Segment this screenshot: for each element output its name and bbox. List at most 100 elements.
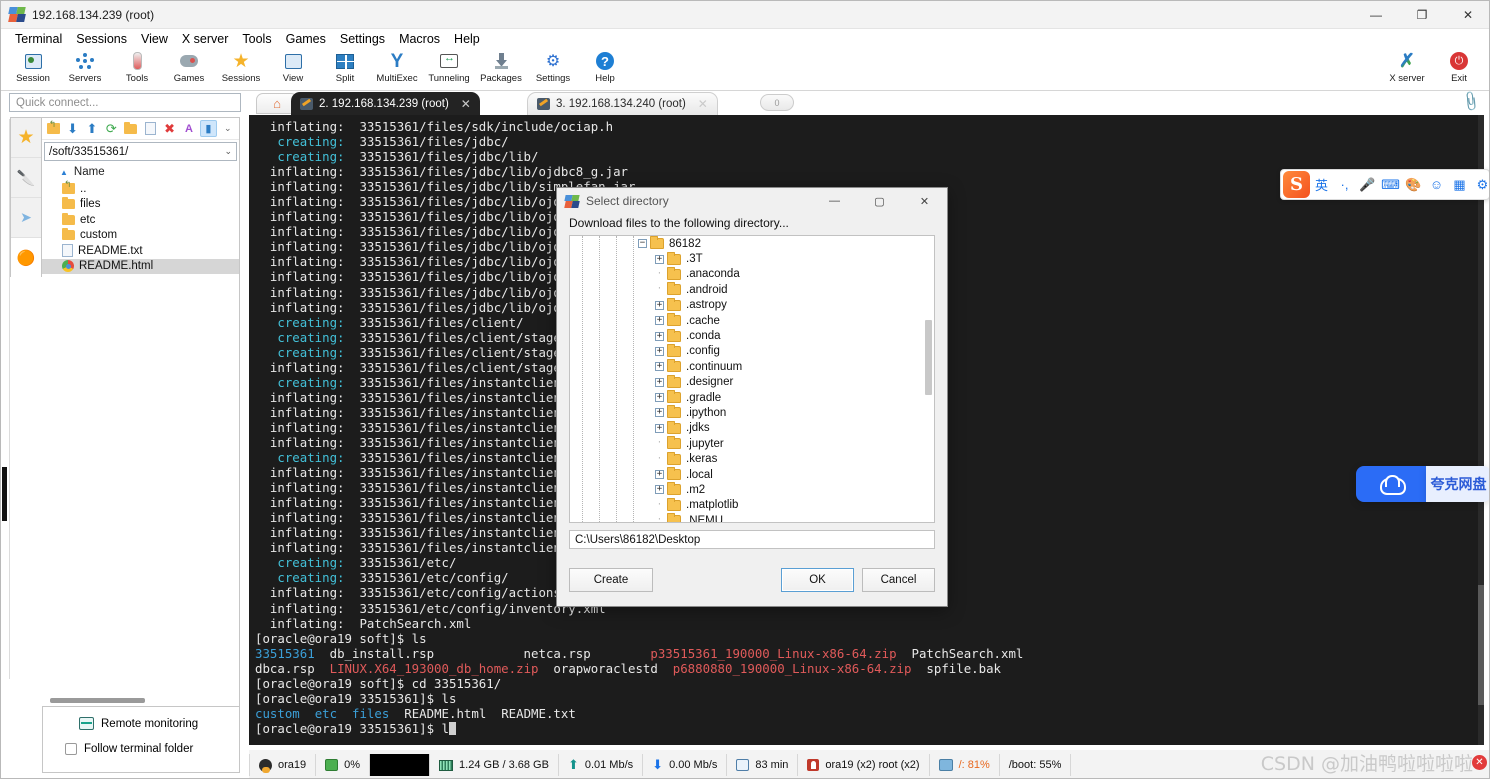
apps-icon[interactable]: ▦ — [1448, 169, 1471, 200]
status-disk-root[interactable]: /: 81% — [930, 754, 1000, 776]
menu-settings[interactable]: Settings — [333, 31, 392, 47]
expand-icon[interactable]: + — [655, 254, 664, 264]
directory-path-input[interactable]: C:\Users\86182\Desktop — [569, 530, 935, 549]
expand-icon[interactable]: + — [655, 423, 664, 433]
minimize-button[interactable]: — — [1353, 1, 1399, 29]
tree-node[interactable]: · .android — [570, 282, 934, 297]
toolbar-view-button[interactable]: View — [267, 48, 319, 90]
follow-terminal-folder-checkbox[interactable]: Follow terminal folder — [43, 730, 239, 755]
close-button[interactable]: ✕ — [1445, 1, 1489, 29]
menu-help[interactable]: Help — [447, 31, 487, 47]
expand-icon[interactable]: + — [655, 408, 664, 418]
status-disk-boot[interactable]: /boot: 55% — [1000, 754, 1072, 776]
list-item[interactable]: etc — [42, 212, 239, 228]
expand-icon[interactable]: + — [655, 331, 664, 341]
dialog-close-button[interactable]: ✕ — [902, 188, 947, 214]
rail-sftp[interactable]: 🟠 — [11, 238, 41, 278]
refresh-icon[interactable]: ⟳ — [103, 120, 119, 137]
menu-macros[interactable]: Macros — [392, 31, 447, 47]
expand-icon[interactable]: + — [655, 470, 664, 480]
expand-icon[interactable]: + — [655, 485, 664, 495]
rail-sessions[interactable]: ★ — [11, 118, 41, 158]
tree-node[interactable]: + .local — [570, 467, 934, 482]
tree-node[interactable]: · .NEMU — [570, 513, 934, 522]
download-icon[interactable]: ⬇ — [64, 120, 80, 137]
toolbar-servers-button[interactable]: Servers — [59, 48, 111, 90]
menu-x-server[interactable]: X server — [175, 31, 236, 47]
text-mode-icon[interactable]: A — [181, 120, 197, 137]
tree-node[interactable]: + .ipython — [570, 405, 934, 420]
quark-netdisk-button[interactable] — [1356, 466, 1426, 502]
expand-icon[interactable]: + — [655, 377, 664, 387]
toolbar-session-button[interactable]: Session — [7, 48, 59, 90]
list-item-selected[interactable]: README.html — [42, 258, 239, 274]
terminal-scrollbar[interactable] — [1478, 115, 1484, 745]
tree-node[interactable]: + .m2 — [570, 482, 934, 497]
quick-connect-input[interactable]: Quick connect... — [9, 93, 241, 112]
toolbar-games-button[interactable]: Games — [163, 48, 215, 90]
book-mode-icon[interactable]: ▮ — [200, 120, 217, 137]
toolbar-exit-button[interactable]: ⏻ Exit — [1433, 48, 1485, 90]
tab-close-icon[interactable]: ✕ — [698, 97, 708, 111]
left-edge-scrollbar[interactable] — [1, 119, 10, 679]
status-memory[interactable]: 1.24 GB / 3.68 GB — [430, 754, 559, 776]
list-item[interactable]: .. — [42, 179, 239, 197]
cancel-button[interactable]: Cancel — [862, 568, 935, 592]
toolbar-xserver-button[interactable]: ✗ X server — [1381, 48, 1433, 90]
expand-icon[interactable]: + — [655, 393, 664, 403]
toolbar-help-button[interactable]: ? Help — [579, 48, 631, 90]
tree-node[interactable]: − 86182 — [570, 236, 934, 251]
new-folder-icon[interactable] — [123, 120, 139, 137]
dialog-maximize-button[interactable]: ▢ — [857, 188, 902, 214]
remote-monitoring-button[interactable]: Remote monitoring — [43, 707, 239, 730]
toolbar-tunneling-button[interactable]: Tunneling — [423, 48, 475, 90]
toolbar-packages-button[interactable]: Packages — [475, 48, 527, 90]
toolbar-multiexec-button[interactable]: Y MultiExec — [371, 48, 423, 90]
expand-icon[interactable]: + — [655, 316, 664, 326]
menu-tools[interactable]: Tools — [235, 31, 278, 47]
tree-node[interactable]: + .jdks — [570, 420, 934, 436]
skin-icon[interactable]: 🎨 — [1402, 169, 1425, 200]
status-hostname[interactable]: ora19 — [249, 754, 317, 776]
delete-icon[interactable]: ✖ — [161, 120, 177, 137]
directory-tree[interactable]: − 86182 + .3T · .anaconda · .android + .astropy +.… — [569, 235, 935, 523]
sftp-horizontal-scrollbar[interactable] — [50, 698, 145, 703]
ime-punctuation-toggle[interactable]: ·, — [1333, 169, 1356, 200]
tree-node[interactable]: + .designer — [570, 374, 934, 390]
list-item[interactable]: README.txt — [42, 243, 239, 259]
menu-terminal[interactable]: Terminal — [8, 31, 69, 47]
menu-games[interactable]: Games — [279, 31, 333, 47]
sftp-column-header[interactable]: ▲ Name — [42, 163, 239, 181]
emoji-icon[interactable]: ☺ — [1425, 169, 1448, 200]
tree-node[interactable]: + .cache — [570, 313, 934, 328]
tree-node[interactable]: + .config — [570, 343, 934, 359]
expand-icon[interactable]: + — [655, 362, 664, 372]
sogou-ime-toolbar[interactable]: S 英 ·, 🎤 ⌨ 🎨 ☺ ▦ ⚙ — [1280, 169, 1489, 200]
settings-icon[interactable]: ⚙ — [1471, 169, 1489, 200]
tree-node[interactable]: + .gradle — [570, 390, 934, 405]
status-upload[interactable]: ⬆ 0.01 Mb/s — [559, 754, 644, 776]
expand-icon[interactable]: + — [655, 300, 664, 310]
tree-node[interactable]: + .astropy — [570, 297, 934, 313]
tree-node[interactable]: · .keras — [570, 451, 934, 466]
keyboard-icon[interactable]: ⌨ — [1379, 169, 1402, 200]
mic-icon[interactable]: 🎤 — [1356, 169, 1379, 200]
rail-tools[interactable]: 🔪 — [11, 158, 41, 198]
tree-node[interactable]: + .continuum — [570, 359, 934, 374]
upload-icon[interactable]: ⬆ — [84, 120, 100, 137]
new-file-icon[interactable] — [142, 120, 158, 137]
toolbar-split-button[interactable]: Split — [319, 48, 371, 90]
tab-close-icon[interactable]: ✕ — [461, 97, 471, 111]
toolbar-settings-button[interactable]: ⚙ Settings — [527, 48, 579, 90]
tree-node[interactable]: · .matplotlib — [570, 497, 934, 513]
sogou-logo-icon[interactable]: S — [1283, 171, 1310, 198]
ime-language-toggle[interactable]: 英 — [1310, 169, 1333, 200]
list-item[interactable]: files — [42, 197, 239, 213]
go-up-icon[interactable] — [45, 119, 61, 137]
tree-node[interactable]: · .jupyter — [570, 436, 934, 451]
create-button[interactable]: Create — [569, 568, 653, 592]
sftp-path-combo[interactable]: /soft/33515361/ ⌄ — [44, 142, 237, 161]
tree-node[interactable]: · .anaconda — [570, 266, 934, 282]
tab-overflow-button[interactable]: 0 — [760, 94, 794, 111]
status-cpu[interactable]: 0% — [316, 754, 371, 776]
